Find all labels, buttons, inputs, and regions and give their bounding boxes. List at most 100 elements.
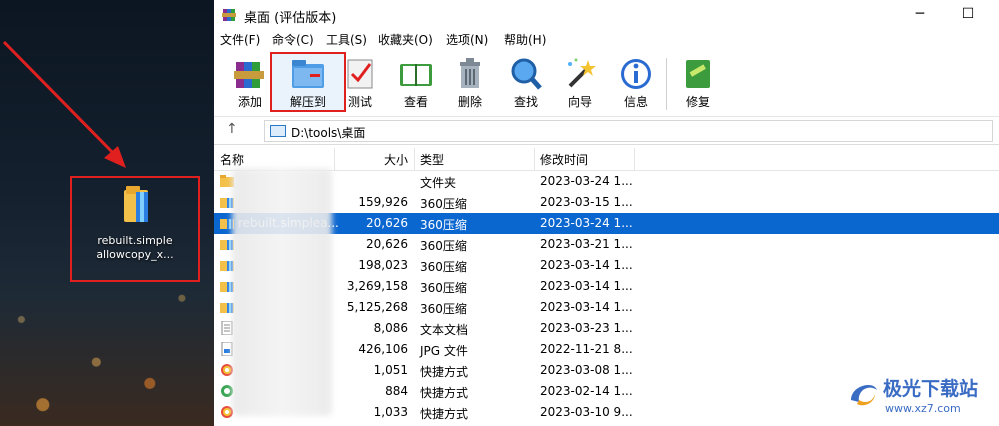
repair-icon bbox=[686, 60, 710, 88]
row-size: 1,033 bbox=[373, 405, 408, 419]
row-date: 2023-03-14 1... bbox=[540, 258, 633, 272]
view-book-icon bbox=[400, 64, 432, 86]
blurred-filenames bbox=[232, 168, 332, 416]
row-type: 文件夹 bbox=[420, 176, 457, 190]
menu-commands[interactable]: 命令(C) bbox=[272, 31, 314, 48]
delete-label: 删除 bbox=[457, 95, 482, 109]
watermark-swirl-icon bbox=[851, 385, 877, 406]
minimize-button[interactable]: ─ bbox=[908, 4, 932, 24]
row-type: 360压缩 bbox=[420, 302, 467, 316]
desktop-file-label-line2: allowcopy_x... bbox=[96, 248, 174, 261]
watermark-url: www.xz7.com bbox=[885, 402, 961, 415]
menu-options[interactable]: 选项(N) bbox=[446, 31, 488, 48]
winrar-app-icon bbox=[222, 9, 236, 21]
row-size: 20,626 bbox=[366, 216, 408, 230]
row-date: 2023-03-14 1... bbox=[540, 279, 633, 293]
row-type: 快捷方式 bbox=[420, 365, 469, 379]
list-header: 名称 大小 类型 修改时间 bbox=[214, 148, 999, 171]
row-type: 文本文档 bbox=[420, 323, 469, 337]
red-arrow-annotation bbox=[2, 40, 126, 168]
menu-help[interactable]: 帮助(H) bbox=[504, 31, 546, 48]
desktop-file-label-line1: rebuilt.simple bbox=[97, 234, 173, 247]
row-type: 快捷方式 bbox=[420, 407, 469, 421]
row-date: 2023-02-14 1... bbox=[540, 384, 633, 398]
row-size: 5,125,268 bbox=[346, 300, 408, 314]
row-type: 360压缩 bbox=[420, 197, 467, 211]
row-type: 360压缩 bbox=[420, 281, 467, 295]
path-text: D:\tools\桌面 bbox=[291, 126, 366, 140]
row-size: 159,926 bbox=[358, 195, 408, 209]
menu-bar: 文件(F) 命令(C) 工具(S) 收藏夹(O) 选项(N) 帮助(H) bbox=[214, 30, 999, 50]
info-icon bbox=[621, 59, 651, 89]
add-label: 添加 bbox=[237, 95, 262, 109]
add-archive-icon bbox=[234, 62, 264, 88]
row-type: 360压缩 bbox=[420, 218, 467, 232]
info-label: 信息 bbox=[623, 95, 648, 109]
row-date: 2023-03-24 1... bbox=[540, 216, 633, 230]
column-separator bbox=[334, 148, 335, 170]
toolbar: 添加 解压到 测试 查看 删除 查找 向导 信息 修复 bbox=[214, 50, 999, 117]
address-bar: ↑ D:\tools\桌面 bbox=[214, 117, 999, 145]
row-size: 884 bbox=[385, 384, 408, 398]
path-field[interactable]: D:\tools\桌面 bbox=[264, 120, 993, 142]
extract-folder-icon bbox=[292, 60, 324, 88]
find-button[interactable]: 查找 bbox=[500, 54, 552, 112]
repair-button[interactable]: 修复 bbox=[672, 54, 724, 112]
winrar-window: 桌面 (评估版本) ─ ☐ 文件(F) 命令(C) 工具(S) 收藏夹(O) 选… bbox=[214, 0, 999, 426]
desktop-file-label: rebuilt.simple allowcopy_x... bbox=[72, 234, 198, 262]
magic-wand-icon bbox=[568, 58, 596, 88]
row-date: 2023-03-14 1... bbox=[540, 300, 633, 314]
view-label: 查看 bbox=[403, 95, 428, 109]
row-date: 2023-03-15 1... bbox=[540, 195, 633, 209]
watermark-text: 极光下载站 bbox=[883, 378, 979, 400]
column-modified[interactable]: 修改时间 bbox=[540, 151, 588, 168]
row-size: 426,106 bbox=[358, 342, 408, 356]
test-checklist-icon bbox=[347, 59, 373, 89]
menu-tools[interactable]: 工具(S) bbox=[326, 31, 367, 48]
row-size: 198,023 bbox=[358, 258, 408, 272]
column-separator bbox=[534, 148, 535, 170]
row-size: 20,626 bbox=[366, 237, 408, 251]
row-type: 360压缩 bbox=[420, 239, 467, 253]
row-type: JPG 文件 bbox=[420, 344, 468, 358]
row-date: 2023-03-21 1... bbox=[540, 237, 633, 251]
menu-favorites[interactable]: 收藏夹(O) bbox=[378, 31, 433, 48]
wizard-button[interactable]: 向导 bbox=[554, 54, 606, 112]
repair-label: 修复 bbox=[685, 95, 710, 109]
row-type: 快捷方式 bbox=[420, 386, 469, 400]
view-button[interactable]: 查看 bbox=[390, 54, 442, 112]
row-date: 2023-03-23 1... bbox=[540, 321, 633, 335]
row-date: 2022-11-21 8... bbox=[540, 342, 633, 356]
row-size: 3,269,158 bbox=[346, 279, 408, 293]
test-button[interactable]: 测试 bbox=[334, 54, 386, 112]
archive-file-icon bbox=[124, 186, 148, 222]
find-label: 查找 bbox=[513, 95, 538, 109]
row-size: 8,086 bbox=[373, 321, 408, 335]
maximize-button[interactable]: ☐ bbox=[956, 4, 980, 24]
row-size: 1,051 bbox=[373, 363, 408, 377]
delete-button[interactable]: 删除 bbox=[444, 54, 496, 112]
magnifier-icon bbox=[511, 58, 542, 90]
column-separator bbox=[414, 148, 415, 170]
column-type[interactable]: 类型 bbox=[420, 151, 444, 168]
column-name[interactable]: 名称 bbox=[220, 151, 244, 168]
row-date: 2023-03-08 1... bbox=[540, 363, 633, 377]
column-size[interactable]: 大小 bbox=[384, 151, 408, 168]
test-label: 测试 bbox=[347, 95, 372, 109]
watermark-logo: 极光下载站 www.xz7.com bbox=[845, 372, 995, 422]
column-separator bbox=[634, 148, 635, 170]
drive-icon bbox=[270, 125, 286, 137]
window-title: 桌面 (评估版本) bbox=[244, 11, 337, 26]
row-date: 2023-03-24 1... bbox=[540, 174, 633, 188]
add-button[interactable]: 添加 bbox=[224, 54, 276, 112]
menu-file[interactable]: 文件(F) bbox=[220, 31, 260, 48]
toolbar-separator bbox=[666, 58, 667, 110]
title-bar[interactable]: 桌面 (评估版本) ─ ☐ bbox=[214, 0, 999, 30]
row-date: 2023-03-10 9... bbox=[540, 405, 633, 419]
row-type: 360压缩 bbox=[420, 260, 467, 274]
up-arrow-icon[interactable]: ↑ bbox=[226, 121, 238, 137]
desktop-file-icon[interactable]: rebuilt.simple allowcopy_x... bbox=[70, 176, 200, 282]
wizard-label: 向导 bbox=[567, 95, 592, 109]
info-button[interactable]: 信息 bbox=[610, 54, 662, 112]
trash-icon bbox=[460, 58, 480, 88]
